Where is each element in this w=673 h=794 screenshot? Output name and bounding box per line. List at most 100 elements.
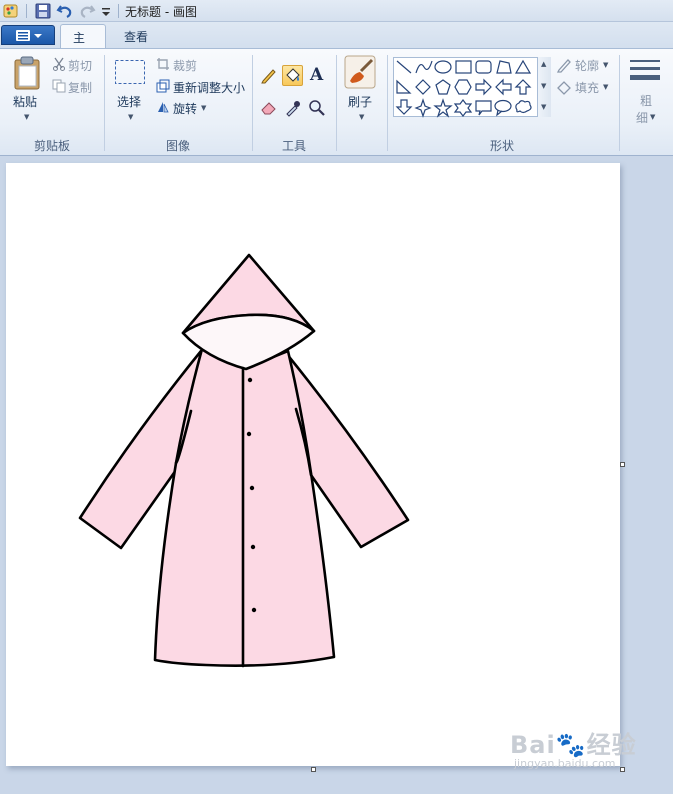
- paint-menu-button[interactable]: [1, 25, 55, 45]
- eraser-tool[interactable]: [258, 97, 279, 118]
- crop-icon: [157, 58, 169, 70]
- watermark-main: Bai🐾经验: [510, 731, 637, 759]
- fill-button[interactable]: 填充: [575, 79, 599, 96]
- shapes-gallery: [393, 57, 551, 118]
- brush-icon[interactable]: [344, 55, 376, 89]
- customize-toolbar-icon[interactable]: [100, 2, 112, 20]
- right-arrow-shape-icon: [475, 78, 492, 96]
- brushes-dropdown-arrow[interactable]: ▼: [359, 113, 364, 121]
- watermark-sub: jingyan.baidu.com: [514, 757, 616, 770]
- shapes-scrollbar[interactable]: ▲ ▼ ▼: [537, 57, 551, 117]
- select-icon[interactable]: [114, 59, 146, 85]
- button: [251, 607, 257, 613]
- clipboard-group-label: 剪贴板: [34, 139, 71, 153]
- triangle-shape-icon: [514, 59, 532, 74]
- window-title: 无标题 - 画图: [125, 5, 197, 19]
- diamond-shape-icon: [415, 79, 431, 95]
- text-tool[interactable]: A: [306, 65, 327, 86]
- tab-home[interactable]: 主页: [60, 24, 106, 62]
- oval-shape-icon: [434, 60, 452, 74]
- rectangle-shape-icon: [455, 60, 472, 74]
- scissors-icon: [53, 57, 65, 71]
- ribbon-tab-row: 主页 查看: [0, 22, 673, 62]
- polygon-shape-icon: [496, 60, 512, 74]
- oval-callout-shape-icon: [494, 99, 512, 117]
- drawing-canvas[interactable]: [6, 163, 620, 766]
- hexagon-shape-icon: [454, 79, 472, 95]
- select-dropdown-arrow[interactable]: ▼: [128, 113, 133, 121]
- save-icon[interactable]: [34, 2, 52, 20]
- rotate-dropdown-arrow[interactable]: ▼: [201, 104, 206, 112]
- fill-dropdown-arrow[interactable]: ▼: [603, 83, 608, 91]
- line-width-button[interactable]: 粗 细 ▼: [628, 57, 666, 133]
- resize-handle-corner[interactable]: [620, 767, 625, 772]
- button: [249, 485, 255, 491]
- right-triangle-shape-icon: [396, 79, 412, 94]
- fill-icon: [557, 81, 571, 95]
- resize-icon: [156, 79, 170, 93]
- size-label-line2: 细: [636, 111, 649, 125]
- text-icon: A: [310, 65, 324, 85]
- button: [247, 377, 253, 383]
- copy-button[interactable]: 复制: [68, 79, 92, 96]
- brushes-label[interactable]: 刷子: [348, 93, 372, 110]
- line-shape-icon: [396, 60, 412, 74]
- select-label[interactable]: 选择: [117, 93, 141, 110]
- paste-dropdown-arrow[interactable]: ▼: [24, 113, 29, 121]
- shapes-expand-arrow[interactable]: ▼: [541, 103, 546, 111]
- baidu-watermark: Bai🐾经验 jingyan.baidu.com: [510, 725, 637, 770]
- redo-icon[interactable]: [78, 2, 96, 20]
- raincoat-drawing: [78, 253, 410, 668]
- six-point-star-shape-icon: [453, 99, 473, 117]
- eyedropper-icon: [286, 101, 300, 117]
- rounded-rectangle-shape-icon: [475, 60, 492, 74]
- copy-icon: [52, 79, 66, 93]
- rotate-button[interactable]: 旋转: [173, 100, 197, 117]
- paste-label[interactable]: 粘贴: [13, 93, 37, 110]
- paint-app-icon[interactable]: [2, 2, 20, 20]
- curve-shape-icon: [415, 60, 433, 74]
- magnifier-tool[interactable]: [306, 97, 327, 118]
- undo-icon[interactable]: [56, 2, 74, 20]
- pentagon-shape-icon: [435, 79, 451, 95]
- line-width-icon: [630, 60, 660, 80]
- outline-dropdown-arrow[interactable]: ▼: [603, 61, 608, 69]
- pencil-tool[interactable]: [258, 65, 279, 86]
- scroll-down-arrow[interactable]: ▼: [541, 82, 546, 90]
- shapes-group-label: 形状: [490, 139, 515, 153]
- rect-callout-shape-icon: [475, 100, 492, 116]
- shapes-grid: [395, 59, 532, 118]
- paste-icon[interactable]: [12, 55, 42, 91]
- cloud-callout-shape-icon: [515, 100, 532, 114]
- outline-button[interactable]: 轮廓: [575, 57, 599, 74]
- tools-group-label: 工具: [282, 139, 307, 153]
- ribbon: 粘贴 ▼ 剪切 复制 剪贴板 选择 ▼ 裁剪 重新调整大小 旋转 ▼ 图像 A: [0, 48, 673, 156]
- eraser-icon: [261, 102, 276, 115]
- rotate-icon: [158, 102, 169, 113]
- cut-button[interactable]: 剪切: [68, 57, 92, 74]
- button: [246, 431, 252, 437]
- resize-handle-right[interactable]: [620, 462, 625, 467]
- scroll-up-arrow[interactable]: ▲: [541, 60, 546, 68]
- magnifier-icon: [309, 100, 325, 116]
- resize-button[interactable]: 重新调整大小: [173, 79, 245, 96]
- size-dropdown-arrow[interactable]: ▼: [650, 113, 655, 121]
- resize-handle-bottom[interactable]: [311, 767, 316, 772]
- up-arrow-shape-icon: [514, 79, 532, 95]
- fill-tool[interactable]: [282, 65, 303, 86]
- size-label-line1: 粗: [640, 94, 653, 108]
- image-group-label: 图像: [166, 139, 191, 153]
- button: [250, 544, 256, 550]
- paint-menu-icon: [16, 30, 42, 41]
- five-point-star-shape-icon: [433, 98, 453, 118]
- title-bar: 无标题 - 画图: [0, 0, 673, 22]
- tools-grid: A: [258, 61, 330, 121]
- crop-button[interactable]: 裁剪: [173, 57, 197, 74]
- tab-view[interactable]: 查看: [112, 24, 160, 48]
- paint-bucket-icon: [286, 68, 300, 82]
- outline-icon: [556, 59, 571, 73]
- left-arrow-shape-icon: [495, 78, 512, 96]
- pencil-icon: [261, 69, 276, 84]
- color-picker-tool[interactable]: [282, 97, 303, 118]
- down-arrow-shape-icon: [395, 99, 413, 115]
